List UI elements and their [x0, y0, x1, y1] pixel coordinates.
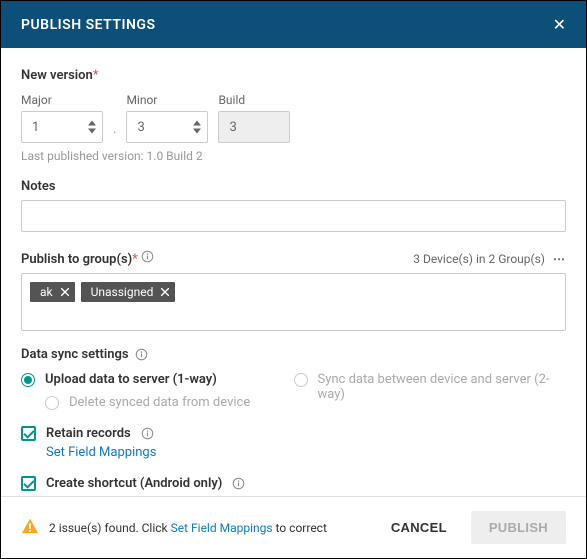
delete-synced-radio: Delete synced data from device	[45, 395, 294, 410]
notes-input[interactable]	[21, 200, 566, 232]
build-label: Build	[218, 93, 290, 107]
groups-summary: 3 Device(s) in 2 Group(s)	[413, 252, 545, 266]
sync-label: Data sync settings	[21, 347, 566, 362]
info-icon[interactable]	[141, 250, 154, 263]
field-mappings-link[interactable]: Set Field Mappings	[46, 445, 156, 460]
major-spinner[interactable]: 1	[21, 111, 103, 143]
checkbox-icon	[21, 426, 36, 441]
info-icon[interactable]	[232, 477, 245, 490]
spinner-arrows-icon[interactable]	[187, 120, 207, 134]
radio-icon	[45, 396, 59, 410]
groups-label: Publish to group(s)*	[21, 250, 154, 267]
close-icon[interactable]: ✕	[553, 15, 566, 34]
build-spinner: 3	[218, 111, 290, 143]
dialog-header: PUBLISH SETTINGS ✕	[1, 1, 586, 48]
chip-remove-icon[interactable]	[161, 288, 169, 296]
version-dot: .	[113, 122, 116, 143]
major-label: Major	[21, 93, 103, 107]
publish-button: PUBLISH	[471, 511, 566, 544]
warning-icon	[21, 517, 39, 539]
retain-records-checkbox[interactable]: Retain records	[21, 426, 566, 441]
group-chip: ak	[30, 282, 75, 302]
minor-label: Minor	[126, 93, 208, 107]
radio-icon	[294, 373, 308, 387]
twoway-radio: Sync data between device and server (2-w…	[294, 372, 567, 402]
groups-chips[interactable]: ak Unassigned	[21, 273, 566, 331]
last-published-hint: Last published version: 1.0 Build 2	[21, 149, 566, 163]
warning-text: 2 issue(s) found. Click Set Field Mappin…	[49, 521, 375, 535]
new-version-label: New version*	[21, 68, 566, 83]
version-inputs: Major 1 . Minor 3 Build 3	[21, 93, 566, 143]
chip-remove-icon[interactable]	[61, 288, 69, 296]
create-shortcut-checkbox[interactable]: Create shortcut (Android only)	[21, 476, 566, 491]
more-icon[interactable]: ⋯	[553, 252, 566, 266]
info-icon[interactable]	[135, 348, 148, 361]
upload-radio[interactable]: Upload data to server (1-way)	[21, 372, 294, 387]
radio-icon	[21, 373, 35, 387]
notes-label: Notes	[21, 179, 56, 194]
checkbox-icon	[21, 476, 36, 491]
dialog-content: New version* Major 1 . Minor 3	[1, 48, 586, 491]
group-chip: Unassigned	[81, 282, 176, 302]
spinner-arrows-icon[interactable]	[82, 120, 102, 134]
minor-spinner[interactable]: 3	[126, 111, 208, 143]
info-icon[interactable]	[141, 427, 154, 440]
dialog-title: PUBLISH SETTINGS	[21, 17, 156, 33]
dialog-footer: 2 issue(s) found. Click Set Field Mappin…	[1, 496, 586, 558]
warning-link[interactable]: Set Field Mappings	[171, 521, 273, 535]
cancel-button[interactable]: CANCEL	[375, 512, 463, 543]
